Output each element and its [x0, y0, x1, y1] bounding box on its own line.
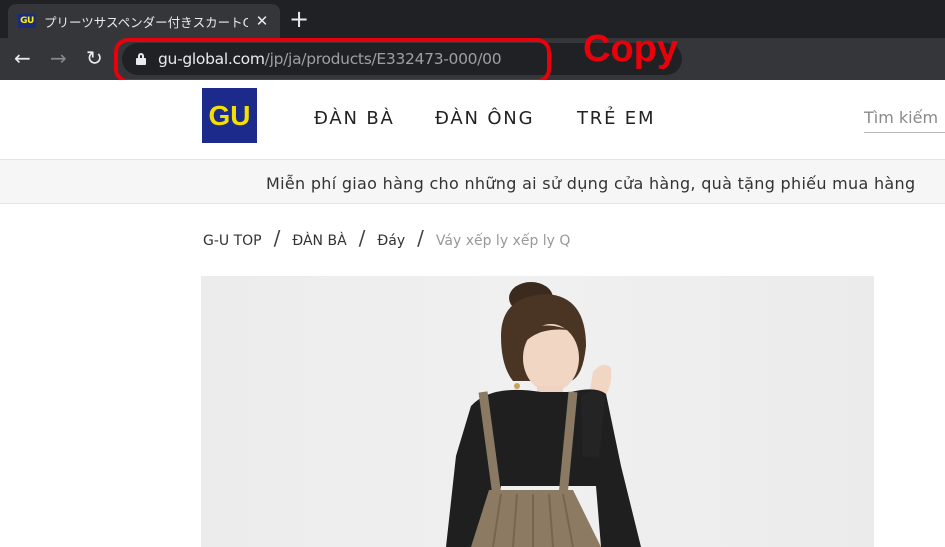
browser-tab-strip: GU プリーツサスペンダー付きスカートQ | GU ✕ +	[0, 0, 945, 38]
promo-text[interactable]: Miễn phí giao hàng cho những ai sử dụng …	[266, 174, 915, 193]
nav-women[interactable]: ĐÀN BÀ	[314, 108, 395, 129]
reload-icon[interactable]: ↻	[86, 47, 103, 69]
nav-men[interactable]: ĐÀN ÔNG	[435, 108, 534, 129]
copy-annotation-label: Copy	[583, 28, 678, 70]
search-box	[864, 108, 945, 133]
product-image[interactable]	[201, 276, 874, 547]
tab-title: プリーツサスペンダー付きスカートQ | GU	[44, 14, 248, 30]
gu-favicon-icon: GU	[18, 14, 36, 28]
breadcrumb-separator: /	[273, 226, 281, 250]
breadcrumb-women[interactable]: ĐÀN BÀ	[292, 233, 346, 249]
model-photo	[446, 282, 641, 547]
breadcrumb-current: Váy xếp ly xếp ly Q	[435, 233, 571, 249]
browser-tab[interactable]: GU プリーツサスペンダー付きスカートQ | GU ✕	[8, 4, 280, 38]
url-highlight-annotation	[114, 38, 551, 83]
breadcrumb-separator: /	[358, 226, 366, 250]
promo-banner: Miễn phí giao hàng cho những ai sử dụng …	[0, 160, 945, 204]
breadcrumb-home[interactable]: G-U TOP	[203, 233, 262, 249]
close-tab-icon[interactable]: ✕	[254, 12, 270, 30]
forward-icon[interactable]: →	[50, 47, 67, 69]
breadcrumb: G-U TOP / ĐÀN BÀ / Đáy / Váy xếp ly xếp …	[203, 226, 571, 250]
nav-kids[interactable]: TRẺ EM	[577, 108, 655, 129]
search-input[interactable]	[864, 108, 945, 127]
breadcrumb-bottoms[interactable]: Đáy	[377, 233, 405, 249]
site-header: GU ĐÀN BÀ ĐÀN ÔNG TRẺ EM	[0, 80, 945, 160]
breadcrumb-separator: /	[417, 226, 424, 250]
logo-text: GU	[208, 99, 251, 131]
gu-logo[interactable]: GU	[202, 88, 257, 143]
new-tab-button[interactable]: +	[289, 5, 309, 33]
back-icon[interactable]: ←	[14, 47, 31, 69]
